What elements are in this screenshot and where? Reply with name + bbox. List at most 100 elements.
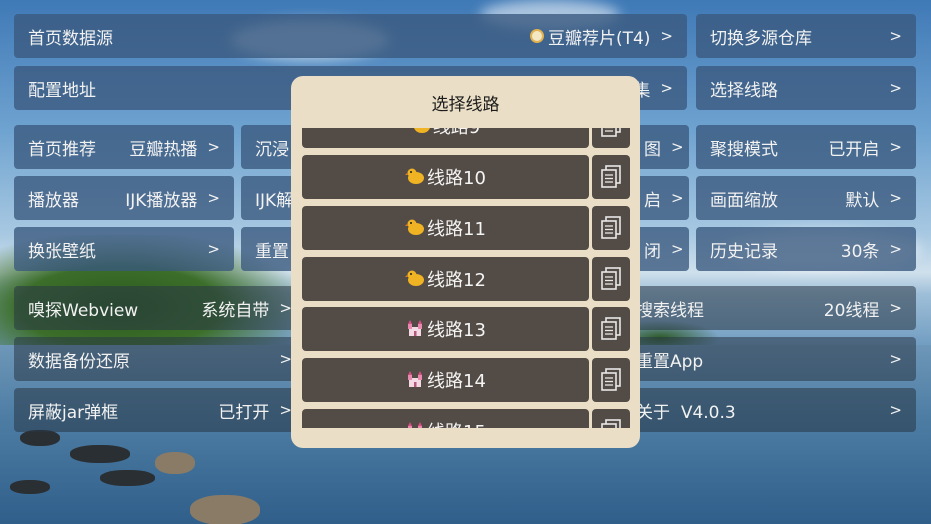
closed-setting-label: 闭 <box>644 241 661 262</box>
copy-icon <box>600 128 622 138</box>
copy-button[interactable] <box>592 257 630 301</box>
chevron-right-icon: > <box>671 138 684 156</box>
aggregate-search-setting[interactable]: 聚搜模式 已开启 > <box>696 125 916 169</box>
line-option-button[interactable]: 线路13 <box>302 307 589 351</box>
sniff-webview-setting[interactable]: 嗅探Webview 系统自带 > <box>14 286 306 330</box>
line-list[interactable]: 线路9 线路10 线路11 线路12 线路13 线路14 线路15 <box>302 128 632 428</box>
reset-label: 重置 <box>255 241 289 262</box>
rock <box>155 452 195 474</box>
home-source-setting[interactable]: 首页数据源 豆瓣荐片(T4) > <box>14 14 687 58</box>
home-recommend-label: 首页推荐 <box>28 139 96 160</box>
castle-icon <box>405 421 425 428</box>
duck-icon <box>405 167 425 188</box>
backup-restore-setting[interactable]: 数据备份还原 > <box>14 337 306 381</box>
about-label: 关于 V4.0.3 <box>636 398 736 423</box>
chevron-right-icon: > <box>889 401 902 419</box>
line-row: 线路15 <box>302 409 632 428</box>
scaling-setting[interactable]: 画面缩放 默认 > <box>696 176 916 220</box>
history-label: 历史记录 <box>710 241 778 262</box>
sniff-webview-value: 系统自带 <box>201 300 270 321</box>
copy-button[interactable] <box>592 206 630 250</box>
copy-icon <box>600 165 622 189</box>
copy-button[interactable] <box>592 358 630 402</box>
switch-repo-setting[interactable]: 切换多源仓库 > <box>696 14 916 58</box>
castle-icon <box>405 370 425 391</box>
chevron-right-icon: > <box>889 27 902 45</box>
copy-button[interactable] <box>592 409 630 428</box>
home-source-label: 首页数据源 <box>28 28 113 49</box>
player-value: IJK播放器 <box>125 190 198 211</box>
copy-button[interactable] <box>592 128 630 148</box>
enabled-setting-label: 启 <box>644 190 661 211</box>
select-line-label: 选择线路 <box>710 80 778 101</box>
reset-app-label: 重置App <box>636 351 704 372</box>
line-row: 线路12 <box>302 257 632 301</box>
rock <box>100 470 155 486</box>
select-line-setting[interactable]: 选择线路 > <box>696 66 916 110</box>
chevron-right-icon: > <box>671 189 684 207</box>
switch-repo-label: 切换多源仓库 <box>710 28 812 49</box>
select-line-dialog: 选择线路 线路9 线路10 线路11 线路12 线路13 线路14 线路15 <box>291 76 640 448</box>
home-recommend-value: 豆瓣热播 <box>129 139 198 160</box>
config-address-label: 配置地址 <box>28 80 96 101</box>
history-value: 30条 <box>840 241 880 262</box>
copy-icon <box>600 419 622 428</box>
history-setting[interactable]: 历史记录 30条 > <box>696 227 916 271</box>
chevron-right-icon: > <box>889 189 902 207</box>
dialog-title: 选择线路 <box>431 95 500 115</box>
search-threads-value: 20线程 <box>823 300 880 321</box>
player-label: 播放器 <box>28 190 79 211</box>
chevron-right-icon: > <box>660 27 673 45</box>
home-recommend-setting[interactable]: 首页推荐 豆瓣热播 > <box>14 125 234 169</box>
line-option-label: 线路10 <box>427 168 486 189</box>
chevron-right-icon: > <box>207 138 220 156</box>
line-option-label: 线路15 <box>427 418 486 428</box>
about-title: 关于 <box>636 402 670 423</box>
chevron-right-icon: > <box>671 240 684 258</box>
rock <box>190 495 260 524</box>
line-row: 线路9 <box>302 128 632 148</box>
about-setting[interactable]: 关于 V4.0.3 > <box>620 388 916 432</box>
line-option-button[interactable]: 线路10 <box>302 155 589 199</box>
home-source-value: 豆瓣荐片(T4) <box>547 28 651 49</box>
wallpaper-label: 换张壁纸 <box>28 241 96 262</box>
line-option-label: 线路9 <box>433 128 480 139</box>
duck-icon <box>411 128 431 137</box>
copy-button[interactable] <box>592 307 630 351</box>
aggregate-mode-value: 已开启 <box>828 139 880 160</box>
backup-restore-label: 数据备份还原 <box>28 351 130 372</box>
scaling-label: 画面缩放 <box>710 190 778 211</box>
line-option-button[interactable]: 线路14 <box>302 358 589 402</box>
chevron-right-icon: > <box>207 240 220 258</box>
sniff-webview-label: 嗅探Webview <box>28 300 139 321</box>
line-row: 线路13 <box>302 307 632 351</box>
aggregate-mode-label: 聚搜模式 <box>710 139 778 160</box>
line-option-button[interactable]: 线路11 <box>302 206 589 250</box>
line-row: 线路10 <box>302 155 632 199</box>
player-setting[interactable]: 播放器 IJK播放器 > <box>14 176 234 220</box>
scaling-value: 默认 <box>845 190 880 211</box>
chevron-right-icon: > <box>889 350 902 368</box>
copy-button[interactable] <box>592 155 630 199</box>
copy-icon <box>600 216 622 240</box>
reset-app-setting[interactable]: 重置App > <box>620 337 916 381</box>
chevron-right-icon: > <box>889 240 902 258</box>
line-row: 线路14 <box>302 358 632 402</box>
chevron-right-icon: > <box>660 79 673 97</box>
line-option-button[interactable]: 线路9 <box>302 128 589 148</box>
wallpaper-setting[interactable]: 换张壁纸 > <box>14 227 234 271</box>
copy-icon <box>600 267 622 291</box>
line-option-button[interactable]: 线路12 <box>302 257 589 301</box>
block-jar-popup-value: 已打开 <box>218 402 270 423</box>
search-threads-label: 搜索线程 <box>636 300 704 321</box>
line-option-label: 线路12 <box>427 270 486 291</box>
rock <box>70 445 130 463</box>
castle-icon <box>405 319 425 340</box>
line-option-button[interactable]: 线路15 <box>302 409 589 428</box>
block-jar-popup-setting[interactable]: 屏蔽jar弹框 已打开 > <box>14 388 306 432</box>
version-value: V4.0.3 <box>680 402 736 423</box>
search-threads-setting[interactable]: 搜索线程 20线程 > <box>620 286 916 330</box>
image-setting-label: 图 <box>644 139 661 160</box>
chevron-right-icon: > <box>207 189 220 207</box>
chevron-right-icon: > <box>889 299 902 317</box>
